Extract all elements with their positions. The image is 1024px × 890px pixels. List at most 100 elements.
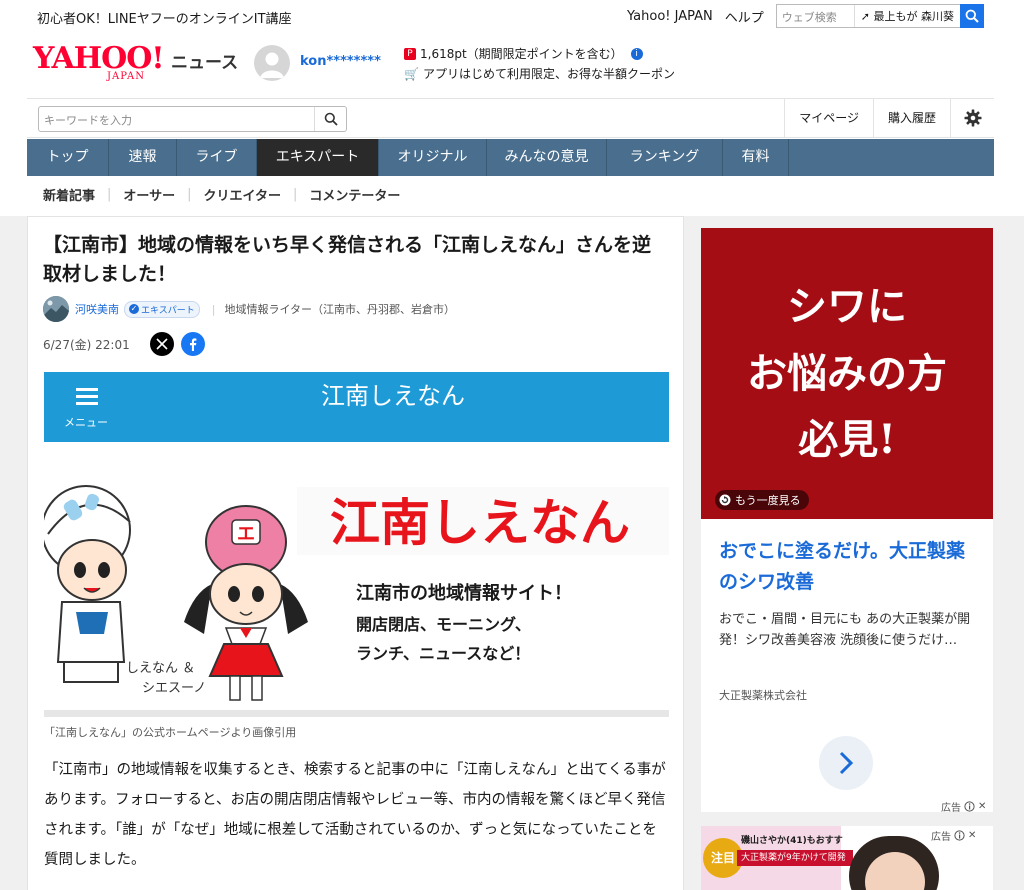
settings-button[interactable] — [950, 99, 994, 137]
subtab-new-articles[interactable]: 新着記事 — [43, 185, 95, 204]
hamburger-icon — [76, 388, 98, 405]
ad-image-line-2: お悩みの方 — [747, 350, 947, 397]
trending-keyword[interactable]: ➚ 最上もが 森川葵 — [855, 8, 960, 24]
my-page-link[interactable]: マイページ — [784, 99, 873, 137]
ad-description: おでこ・眉間・目元にも あの大正製薬が開発！シワ改善美容液 洗顔後に使うだけ… — [719, 612, 971, 648]
author-name[interactable]: 河咲美南 — [75, 301, 119, 317]
author-divider: | — [211, 302, 216, 316]
adchoices-icon — [964, 801, 975, 812]
image-caption: 「江南しえなん」の公式ホームページより画像引用 — [44, 726, 297, 739]
article-title: 【江南市】地域の情報をいち早く発信される「江南しえなん」さんを逆取材しました！ — [43, 234, 652, 285]
facebook-icon — [189, 338, 197, 351]
nav-tab-live[interactable]: ライブ — [177, 139, 257, 176]
ad-image-line-3: 必見! — [798, 416, 896, 463]
gear-icon — [964, 109, 981, 127]
nav-tab-paid[interactable]: 有料 — [723, 139, 789, 176]
article-date: 6/27(金) 22:01 — [43, 337, 130, 352]
ad2-subline: 大正製薬が9年かけて開発 — [737, 850, 853, 866]
logo-section: ニュース — [171, 53, 239, 73]
subnav-divider: | — [107, 187, 112, 202]
date-share-line: 6/27(金) 22:01 — [43, 331, 205, 357]
search-bar-row: キーワードを入力 マイページ 購入履歴 — [27, 98, 994, 138]
nav-tab-breaking[interactable]: 速報 — [109, 139, 177, 176]
ad-image[interactable]: シワに お悩みの方 必見! もう一度見る — [701, 228, 993, 519]
coupon-link[interactable]: アプリはじめて利用限定、お得な半額クーポン — [423, 64, 675, 84]
share-facebook-button[interactable] — [180, 332, 205, 356]
nav-tab-ranking[interactable]: ランキング — [607, 139, 723, 176]
nav-tab-opinions[interactable]: みんなの意見 — [487, 139, 607, 176]
help-link[interactable]: ヘルプ — [725, 7, 764, 26]
ad-next-button[interactable] — [819, 736, 873, 790]
author-role: 地域情報ライター（江南市、丹羽郡、岩倉市） — [224, 303, 456, 316]
ad-label[interactable]: 広告 ✕ — [941, 799, 986, 814]
subtab-authors[interactable]: オーサー — [123, 185, 175, 204]
author-avatar[interactable] — [43, 296, 69, 322]
web-search-input[interactable]: ウェブ検索 — [777, 5, 855, 27]
top-header: 初心者OK！LINEヤフーのオンラインIT講座 Yahoo! JAPAN ヘルプ… — [0, 0, 1024, 216]
share-x-button[interactable] — [149, 332, 174, 356]
hero-bar-title: 江南しえなん — [321, 382, 465, 410]
article-body: 「江南市」の地域情報を収集するとき、検索すると記事の中に「江南しえなん」と出てく… — [44, 762, 666, 868]
adchoices-icon — [954, 830, 965, 841]
ad2-label[interactable]: 広告 ✕ — [931, 828, 976, 843]
logo-brand-sub: JAPAN — [107, 71, 146, 82]
expert-badge-label: エキスパート — [141, 305, 195, 316]
close-icon[interactable]: ✕ — [978, 801, 986, 812]
user-avatar[interactable] — [254, 45, 290, 81]
close-icon[interactable]: ✕ — [968, 830, 976, 841]
expert-badge: ✓ エキスパート — [124, 300, 200, 318]
author-photo-icon — [43, 296, 69, 322]
keyword-search-input[interactable]: キーワードを入力 — [44, 112, 132, 128]
trend-arrow-icon: ➚ — [860, 10, 870, 23]
subnav-divider: | — [293, 187, 298, 202]
paypay-point-icon: P — [404, 48, 416, 60]
ad2-headline: 磯山さやか(41)もおすすめ！ — [741, 836, 843, 861]
replay-button[interactable]: もう一度見る — [715, 490, 809, 510]
hero-menu-label: メニュー — [64, 416, 108, 429]
hero-tagline-1: 江南市の地域情報サイト！ — [356, 582, 572, 604]
keyword-search-button[interactable] — [314, 107, 346, 131]
search-icon — [324, 112, 338, 126]
hero-mascot-names-2: シエスーノ — [142, 681, 206, 696]
sidebar-ad[interactable]: シワに お悩みの方 必見! もう一度見る おでこに塗るだけ。大正製薬のシワ改善 … — [701, 228, 993, 812]
hero-tagline-2: 開店閉店、モーニング、 — [356, 615, 531, 634]
check-icon: ✓ — [129, 304, 139, 314]
trending-text: 最上もが 森川葵 — [873, 10, 955, 23]
ad-title[interactable]: おでこに塗るだけ。大正製薬のシワ改善 — [719, 536, 981, 598]
top-right-links: Yahoo! JAPAN ヘルプ ウェブ検索 ➚ 最上もが 森川葵 — [627, 4, 984, 28]
ad-company: 大正製薬株式会社 — [719, 689, 807, 702]
nav-tab-expert[interactable]: エキスパート — [257, 139, 379, 176]
main-nav: トップ 速報 ライブ エキスパート オリジナル みんなの意見 ランキング 有料 — [27, 139, 994, 176]
article-hero-image: メニュー 江南しえなん 江南しえなん 江南市の地域情報サイト！ 開店閉店、モーニ… — [44, 372, 669, 717]
mascot-cap-letter: エ — [237, 524, 255, 545]
replay-icon — [719, 494, 731, 506]
info-icon[interactable]: i — [630, 48, 643, 60]
author-line: 河咲美南 ✓ エキスパート | 地域情報ライター（江南市、丹羽郡、岩倉市） — [43, 296, 455, 322]
promo-link[interactable]: 初心者OK！LINEヤフーのオンラインIT講座 — [37, 8, 292, 27]
web-search-box: ウェブ検索 ➚ 最上もが 森川葵 — [775, 4, 984, 28]
hero-image-svg: メニュー 江南しえなん 江南しえなん 江南市の地域情報サイト！ 開店閉店、モーニ… — [44, 372, 669, 717]
account-links: マイページ 購入履歴 — [784, 99, 994, 137]
nav-tab-original[interactable]: オリジナル — [379, 139, 487, 176]
yahoo-japan-link[interactable]: Yahoo! JAPAN — [627, 9, 713, 24]
subnav-divider: | — [187, 187, 192, 202]
hero-mascot-names: しえなん ＆ — [126, 661, 195, 676]
user-icon — [260, 52, 284, 78]
keyword-search: キーワードを入力 — [38, 106, 347, 132]
purchase-history-link[interactable]: 購入履歴 — [872, 99, 950, 137]
user-name[interactable]: kon******** — [300, 54, 381, 69]
hero-logo-text: 江南しえなん — [330, 494, 630, 552]
points-text[interactable]: 1,618pt（期間限定ポイントを含む） — [420, 44, 623, 64]
sub-nav: 新着記事 | オーサー | クリエイター | コメンテーター — [43, 176, 400, 213]
yahoo-news-logo[interactable]: YAHOO! JAPAN ニュース — [33, 44, 238, 83]
x-logo-icon — [156, 338, 168, 350]
replay-label: もう一度見る — [735, 494, 801, 507]
ad-label-text: 広告 — [941, 803, 961, 814]
hero-tagline-3: ランチ、ニュースなど！ — [356, 644, 530, 663]
subtab-creators[interactable]: クリエイター — [204, 185, 281, 204]
mascot-boy — [44, 485, 131, 683]
nav-tab-top[interactable]: トップ — [27, 139, 109, 176]
subtab-commentators[interactable]: コメンテーター — [309, 185, 400, 204]
mascot-girl: エ — [184, 505, 308, 701]
web-search-button[interactable] — [960, 4, 984, 28]
